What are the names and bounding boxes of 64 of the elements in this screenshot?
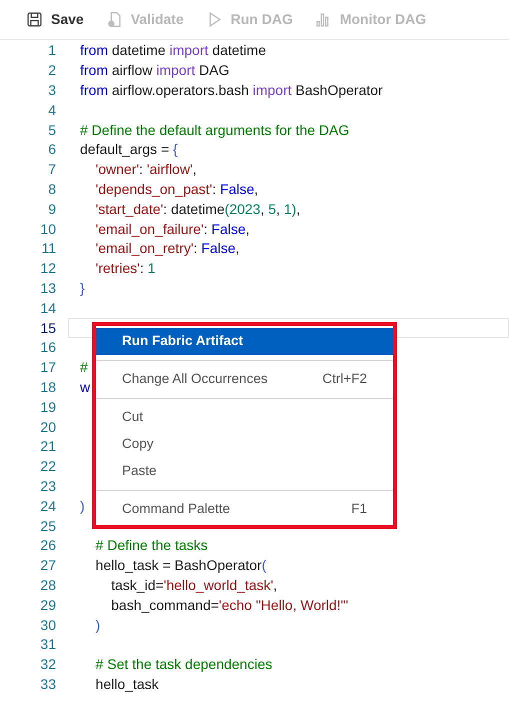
- document-check-icon: [106, 11, 123, 28]
- code-line: # Define the tasks: [94, 536, 208, 556]
- line-number: 13: [39, 278, 57, 298]
- line-number: 21: [39, 437, 57, 456]
- code-line: default_args = {: [80, 140, 178, 160]
- line-number: 1: [47, 41, 57, 60]
- line-number: 25: [39, 516, 57, 536]
- line-number: 33: [39, 674, 57, 694]
- code-line: ): [80, 496, 85, 516]
- line-number: 26: [39, 536, 57, 556]
- line-number: 14: [39, 298, 57, 318]
- code-line: from airflow import DAG: [80, 61, 230, 80]
- code-line: 'depends_on_past': False,: [94, 180, 258, 199]
- line-number: 7: [47, 160, 57, 180]
- line-number: 2: [47, 61, 57, 80]
- code-line: w: [80, 378, 90, 397]
- line-number: 15: [39, 318, 57, 338]
- toolbar-button[interactable]: Save: [26, 9, 84, 30]
- line-number: 32: [39, 655, 57, 674]
- line-number: 31: [39, 635, 57, 654]
- line-number: 11: [40, 239, 57, 258]
- line-number: 9: [47, 200, 57, 219]
- line-number: 10: [39, 220, 57, 239]
- line-number: 12: [39, 259, 57, 278]
- line-number: 30: [39, 616, 57, 635]
- code-line: #: [80, 358, 88, 378]
- code-line: ): [94, 616, 100, 635]
- code-line: bash_command='echo "Hello, World!"': [110, 596, 348, 615]
- line-number: 20: [39, 418, 57, 437]
- line-number: 18: [39, 378, 57, 397]
- line-number: 19: [39, 398, 57, 417]
- line-number: 16: [39, 338, 57, 358]
- line-number: 22: [39, 457, 57, 476]
- menu-item[interactable]: Change All Occurrences Ctrl+F2: [96, 366, 393, 393]
- code-line: }: [80, 278, 85, 298]
- menu-item[interactable]: Cut: [96, 404, 393, 431]
- line-number: 5: [47, 120, 57, 140]
- line-number: 3: [47, 81, 57, 100]
- line-number: 27: [39, 556, 57, 576]
- code-line: 'email_on_failure': False,: [94, 220, 250, 239]
- code-line: 'start_date': datetime(2023, 5, 1),: [94, 200, 300, 219]
- code-line: 'email_on_retry': False,: [94, 239, 240, 258]
- code-line: 'retries': 1: [94, 259, 156, 278]
- code-line: hello_task: [94, 674, 159, 694]
- menu-item[interactable]: Copy: [96, 431, 393, 458]
- save-icon: [26, 11, 43, 28]
- code-line: from airflow.operators.bash import BashOperator: [80, 81, 383, 100]
- menu-item[interactable]: Run Fabric Artifact: [96, 328, 393, 355]
- line-number: 29: [39, 596, 57, 615]
- code-line: task_id='hello_world_task',: [110, 576, 278, 595]
- line-number: 17: [39, 358, 57, 378]
- code-line: 'owner': 'airflow',: [94, 160, 197, 180]
- line-number: 28: [39, 576, 57, 595]
- line-number: 4: [47, 100, 57, 120]
- code-line: from datetime import datetime: [80, 41, 266, 60]
- line-number: 6: [47, 140, 57, 160]
- menu-item[interactable]: Command Palette F1: [96, 496, 393, 523]
- menu-item[interactable]: Paste: [96, 458, 393, 485]
- line-number: 8: [47, 180, 57, 199]
- code-line: hello_task = BashOperator(: [94, 556, 266, 576]
- code-line: # Set the task dependencies: [94, 655, 272, 674]
- code-line: # Define the default arguments for the DAG: [80, 120, 350, 140]
- line-number: 23: [39, 476, 57, 496]
- line-number: 24: [39, 496, 57, 516]
